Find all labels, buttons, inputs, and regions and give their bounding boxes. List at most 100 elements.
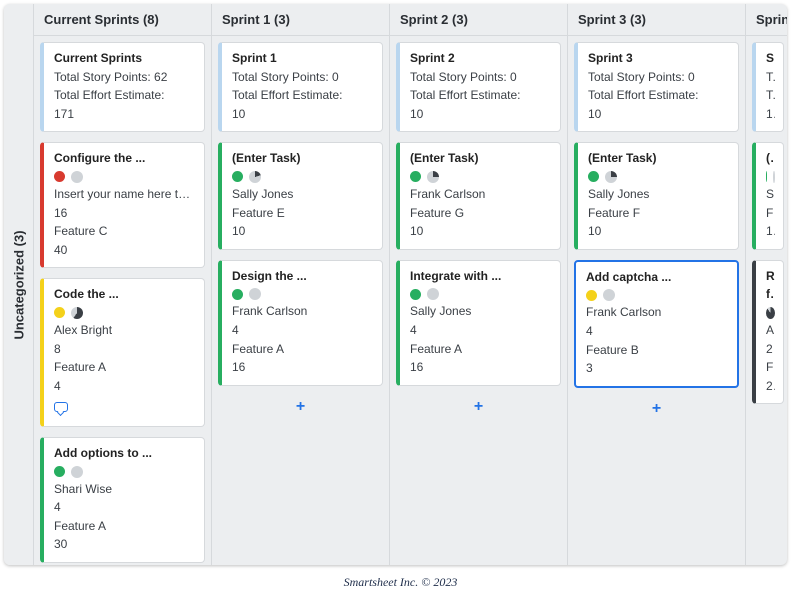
column-header[interactable]: Sprint 3 (3) — [568, 4, 745, 36]
add-card-button[interactable]: + — [218, 396, 383, 424]
card-field: 10 — [766, 222, 775, 241]
status-dots — [766, 171, 775, 183]
task-card[interactable]: RefoAl2Fe24 — [752, 260, 784, 405]
summary-points: Total Story Points: 62 — [54, 68, 196, 87]
columns-container: Current Sprints (8)Current SprintsTotal … — [34, 4, 787, 565]
column: Sprint 1 (3) Sprint 1Total Story Points: … — [212, 4, 390, 565]
summary-card[interactable]: Sprint 1Total Story Points: 0Total Effor… — [218, 42, 383, 132]
column-header[interactable]: Current Sprints (8) — [34, 4, 211, 36]
card-field: Al — [766, 321, 775, 340]
summary-points: To — [766, 68, 775, 87]
summary-effort-label: Total Effort Estimate: — [54, 86, 196, 105]
card-title: fo — [766, 285, 775, 304]
progress-pie-icon — [71, 466, 83, 478]
card-field: 24 — [766, 377, 775, 396]
card-title: (Enter Task) — [588, 149, 730, 168]
progress-pie-icon — [603, 289, 615, 301]
task-card[interactable]: Design the ... Frank Carlson4Feature A16 — [218, 260, 383, 386]
summary-card[interactable]: SToTo10 — [752, 42, 784, 132]
comment-icon[interactable] — [54, 402, 68, 412]
card-field: Feature A — [410, 340, 552, 359]
summary-effort-label: To — [766, 86, 775, 105]
card-field: Sa — [766, 185, 775, 204]
card-field: 10 — [588, 222, 730, 241]
card-field: 8 — [54, 340, 196, 359]
card-title: Add options to ... — [54, 444, 196, 463]
footer-copyright: Smartsheet Inc. © 2023 — [0, 569, 801, 590]
add-card-button[interactable]: + — [396, 396, 561, 424]
column-header[interactable]: Sprint 1 (3) — [212, 4, 389, 36]
card-field: Feature A — [232, 340, 374, 359]
status-dots — [54, 307, 196, 319]
progress-pie-icon — [766, 307, 775, 319]
card-field: 16 — [410, 358, 552, 377]
task-card[interactable]: (Enter Task)Frank CarlsonFeature G10 — [396, 142, 561, 249]
status-dot-icon — [54, 307, 65, 318]
summary-title: Sprint 2 — [410, 49, 552, 68]
status-dot-icon — [54, 171, 65, 182]
task-card[interactable]: Add captcha ...Frank Carlson4Feature B3 — [574, 260, 739, 388]
column-body: Sprint 3Total Story Points: 0Total Effor… — [568, 36, 745, 565]
card-title: (Enter Task) — [410, 149, 552, 168]
status-dot-icon — [410, 171, 421, 182]
summary-effort-value: 171 — [54, 105, 196, 124]
summary-title: Sprint 1 — [232, 49, 374, 68]
summary-card[interactable]: Sprint 2Total Story Points: 0Total Effor… — [396, 42, 561, 132]
summary-points: Total Story Points: 0 — [232, 68, 374, 87]
card-field: 16 — [232, 358, 374, 377]
summary-card[interactable]: Current SprintsTotal Story Points: 62Tot… — [40, 42, 205, 132]
card-field: Frank Carlson — [232, 302, 374, 321]
column-body: Current SprintsTotal Story Points: 62Tot… — [34, 36, 211, 565]
status-dot-icon — [232, 171, 243, 182]
card-field: Shari Wise — [54, 480, 196, 499]
card-title: Design the ... — [232, 267, 374, 286]
card-field: 4 — [54, 377, 196, 396]
card-field: Feature C — [54, 222, 196, 241]
progress-pie-icon — [249, 171, 261, 183]
summary-effort-value: 10 — [766, 105, 775, 124]
card-field: 10 — [232, 222, 374, 241]
task-card[interactable]: Code the ...Alex Bright8Feature A4 — [40, 278, 205, 427]
kanban-board: Uncategorized (3) Current Sprints (8) Cur… — [4, 4, 787, 565]
summary-card[interactable]: Sprint 3Total Story Points: 0Total Effor… — [574, 42, 739, 132]
progress-pie-icon — [427, 171, 439, 183]
task-card[interactable]: (Enter Task)Sally JonesFeature F10 — [574, 142, 739, 249]
status-dots — [410, 288, 552, 300]
column-header[interactable]: Sprint 2 (3) — [390, 4, 567, 36]
summary-points: Total Story Points: 0 — [410, 68, 552, 87]
status-dots — [588, 171, 730, 183]
task-card[interactable]: (ESaFe10 — [752, 142, 784, 249]
card-field: 40 — [54, 241, 196, 260]
status-dot-icon — [54, 466, 65, 477]
task-card[interactable]: Integrate with ...Sally Jones4Feature A1… — [396, 260, 561, 386]
summary-effort-label: Total Effort Estimate: — [588, 86, 730, 105]
card-field: 16 — [54, 204, 196, 223]
card-field: 2 — [766, 340, 775, 359]
card-field: Sally Jones — [588, 185, 730, 204]
column-header[interactable]: Sprin — [746, 4, 787, 36]
card-title: (Enter Task) — [232, 149, 374, 168]
status-dots — [586, 289, 729, 301]
card-field: Frank Carlson — [586, 303, 729, 322]
card-field: Feature G — [410, 204, 552, 223]
progress-pie-icon — [773, 171, 775, 183]
status-dots — [766, 307, 775, 319]
summary-title: Current Sprints — [54, 49, 196, 68]
summary-title: Sprint 3 — [588, 49, 730, 68]
card-field: Sally Jones — [232, 185, 374, 204]
summary-points: Total Story Points: 0 — [588, 68, 730, 87]
task-card[interactable]: (Enter Task) Sally JonesFeature E10 — [218, 142, 383, 249]
card-field: Frank Carlson — [410, 185, 552, 204]
status-dot-icon — [588, 171, 599, 182]
summary-effort-value: 10 — [588, 105, 730, 124]
card-field: Feature E — [232, 204, 374, 223]
task-card[interactable]: Configure the ...Insert your name here t… — [40, 142, 205, 268]
column: Current Sprints (8)Current SprintsTotal … — [34, 4, 212, 565]
task-card[interactable]: Add options to ...Shari Wise4Feature A30 — [40, 437, 205, 563]
uncategorized-tab[interactable]: Uncategorized (3) — [4, 4, 34, 565]
add-card-button[interactable]: + — [574, 398, 739, 426]
card-field: 4 — [586, 322, 729, 341]
status-dot-icon — [586, 290, 597, 301]
card-field: Feature A — [54, 517, 196, 536]
card-field: 4 — [232, 321, 374, 340]
